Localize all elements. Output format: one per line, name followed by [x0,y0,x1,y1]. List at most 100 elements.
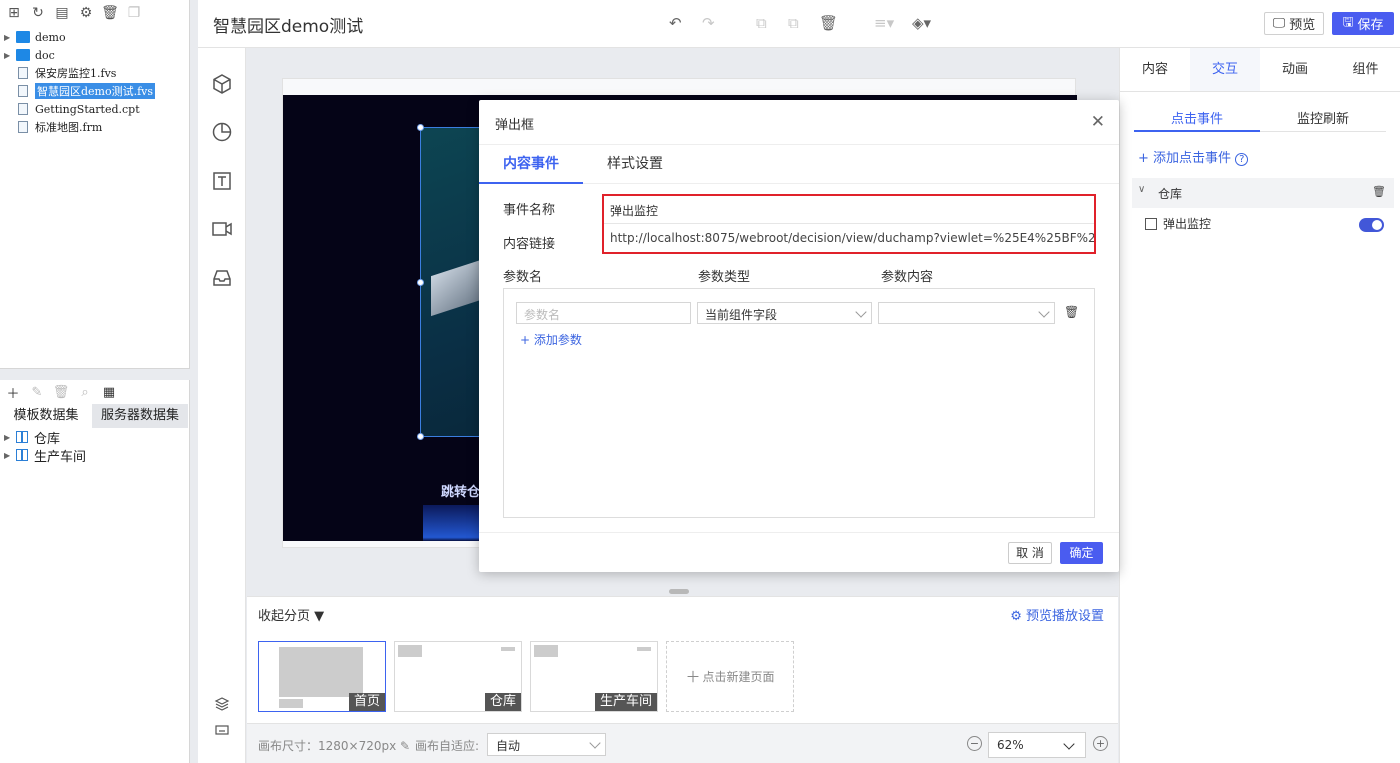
folder-icon [16,49,30,61]
resize-handle[interactable] [417,279,424,286]
delete-icon[interactable]: 🗑 [52,384,70,400]
pie-chart-icon[interactable] [210,120,234,144]
dataset-toolbar: ＋ ✎ 🗑 ⌕ ▦ [4,384,118,402]
copy-icon[interactable]: ❐ [124,4,144,22]
chevron-down-icon [1063,738,1075,750]
cube-icon[interactable] [210,72,234,96]
table-icon [16,431,28,443]
preview-button[interactable]: 🖵 预览 [1264,12,1324,35]
tree-item-file[interactable]: 保安房监控1.fvs [4,65,116,81]
horizontal-scrollbar[interactable] [669,589,689,594]
trash-icon[interactable]: 🗑 [819,14,838,32]
layer-icon[interactable]: ◈▾ [912,14,931,32]
event-item[interactable]: 弹出监控 [1145,215,1211,232]
redo-icon[interactable]: ↷ [702,14,715,32]
collapse-pages-toggle[interactable]: 收起分页 ▼ [258,605,324,624]
tab-template-dataset[interactable]: 模板数据集 [0,404,92,428]
canvas-size-label: 画布尺寸：1280×720px ✎ [258,739,411,753]
tree-item-file-selected[interactable]: 智慧园区demo测试.fvs [4,83,156,99]
expand-arrow-icon[interactable]: ▶ [4,33,16,42]
preview-play-settings[interactable]: ⚙ 预览播放设置 [1010,605,1104,624]
close-icon[interactable]: ✕ [1091,112,1105,132]
copy-icon[interactable]: ⧉ [756,14,767,32]
ok-button[interactable]: 确定 [1060,542,1103,564]
event-name-input[interactable]: 弹出监控 [604,196,1094,224]
tree-item-demo[interactable]: ▶ demo [4,29,66,45]
inbox-icon[interactable] [210,266,234,290]
delete-icon[interactable]: 🗑 [1372,185,1386,198]
new-page-button[interactable]: ＋点击新建页面 [666,641,794,712]
trash-icon[interactable]: 🗑 [1064,305,1079,319]
layers-icon[interactable] [210,692,234,716]
canvas-adapt-select[interactable]: 自动 [487,733,606,756]
tab-server-dataset[interactable]: 服务器数据集 [92,404,188,428]
panel-splitter[interactable] [0,368,190,380]
component-iconbar [198,48,246,763]
building-image [431,259,481,317]
param-name-input[interactable]: 参数名 [516,302,691,324]
tree-item-file[interactable]: GettingStarted.cpt [4,101,140,117]
event-group-warehouse[interactable]: ∨ 仓库 🗑 [1132,178,1394,208]
tab-style-settings[interactable]: 样式设置 [591,145,679,184]
align-icon[interactable]: ≡▾ [874,14,894,32]
zoom-in-icon[interactable]: + [1093,736,1108,751]
jump-button-text[interactable]: 跳转仓 [441,481,480,500]
settings-icon[interactable]: ⚙ [76,4,96,22]
event-toggle[interactable] [1359,218,1384,232]
param-content-select[interactable] [878,302,1055,324]
dialog-footer: 取 消 确定 [479,532,1119,572]
edit-icon[interactable]: ✎ [400,739,410,753]
save-icon: 🖫 [1342,14,1354,30]
subtab-monitor-refresh[interactable]: 监控刷新 [1260,108,1386,132]
text-icon[interactable] [210,169,234,193]
video-icon[interactable] [210,217,234,241]
expand-arrow-icon[interactable]: ▶ [4,451,16,460]
dialog-title: 弹出框 [495,118,535,133]
zoom-out-icon[interactable]: − [967,736,982,751]
help-icon: ? [1235,153,1249,166]
refresh-icon[interactable]: ↻ [28,4,48,22]
tree-item-doc[interactable]: ▶ doc [4,47,55,63]
properties-panel: 内容 交互 动画 组件 点击事件 监控刷新 + 添加点击事件 ? ∨ 仓库 🗑 … [1119,48,1400,763]
highlighted-fields: 弹出监控 http://localhost:8075/webroot/decis… [602,194,1096,254]
event-name-label: 事件名称 [503,203,556,218]
expand-arrow-icon[interactable]: ▶ [4,433,16,442]
save-button[interactable]: 🖫 保存 [1332,12,1394,35]
keyboard-icon[interactable] [210,718,234,742]
page-thumb-workshop[interactable]: 生产车间 [530,641,658,712]
add-click-event-button[interactable]: + 添加点击事件 ? [1138,147,1249,166]
param-type-header: 参数类型 [698,270,751,285]
open-icon[interactable]: ▤ [52,4,72,22]
page-thumb-warehouse[interactable]: 仓库 [394,641,522,712]
content-link-label: 内容链接 [503,237,556,252]
add-param-button[interactable]: + 添加参数 [520,331,582,348]
undo-icon[interactable]: ↶ [669,14,682,32]
param-type-select[interactable]: 当前组件字段 [697,302,872,324]
expand-arrow-icon[interactable]: ▶ [4,51,16,60]
chevron-down-icon [855,306,867,318]
page-thumb-home[interactable]: 首页 [258,641,386,712]
dataset-item-workshop[interactable]: ▶ 生产车间 [4,446,86,465]
tab-interaction[interactable]: 交互 [1190,48,1260,92]
resize-handle[interactable] [417,124,424,131]
cancel-button[interactable]: 取 消 [1008,542,1052,564]
new-file-icon[interactable]: ⊞ [4,4,24,22]
delete-icon[interactable]: 🗑 [100,4,120,22]
preview-dataset-icon[interactable]: ⌕ [76,384,94,400]
dataset-item-warehouse[interactable]: ▶ 仓库 [4,428,60,447]
tree-item-file[interactable]: 标准地图.frm [4,119,102,135]
paste-icon[interactable]: ⧉ [788,14,799,32]
add-dataset-icon[interactable]: ＋ [4,384,22,402]
tab-animation[interactable]: 动画 [1260,48,1330,92]
edit-icon[interactable]: ✎ [28,384,46,400]
pages-bar: 收起分页 ▼ ⚙ 预览播放设置 首页 仓库 生产车间 ＋点击新建页面 [247,596,1118,723]
tab-content[interactable]: 内容 [1120,48,1190,92]
content-link-input[interactable]: http://localhost:8075/webroot/decision/v… [604,225,1094,252]
chevron-down-icon: ∨ [1138,184,1146,195]
dataset-settings-icon[interactable]: ▦ [100,384,118,400]
tab-content-event[interactable]: 内容事件 [479,145,583,184]
zoom-select[interactable]: 62% [988,732,1086,758]
tab-component[interactable]: 组件 [1330,48,1400,92]
resize-handle[interactable] [417,433,424,440]
subtab-click-event[interactable]: 点击事件 [1134,108,1260,132]
